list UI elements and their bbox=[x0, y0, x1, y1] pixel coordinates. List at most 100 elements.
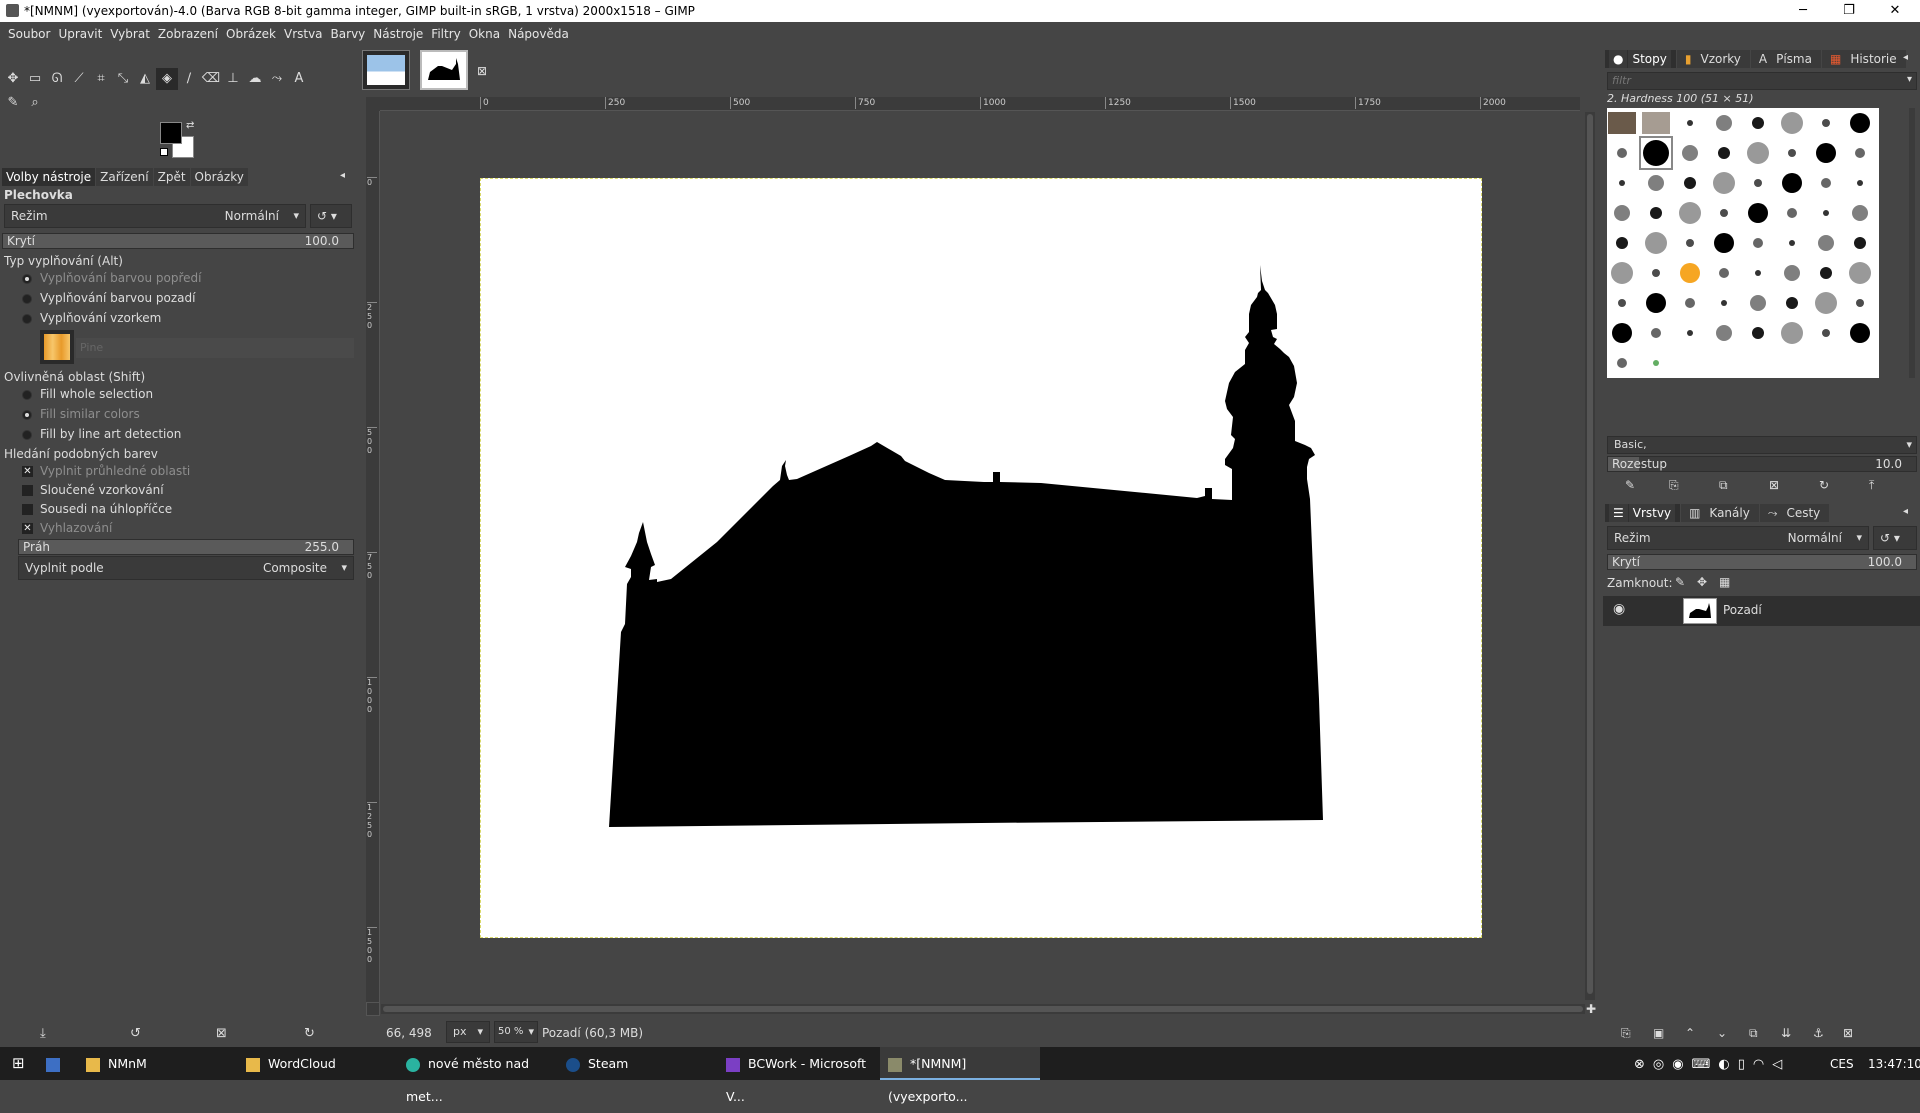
brush-preview[interactable] bbox=[1641, 108, 1671, 138]
brush-preview[interactable] bbox=[1607, 198, 1637, 228]
brush-preview[interactable] bbox=[1811, 258, 1841, 288]
vertical-ruler[interactable]: 0 250 500 750 1000 1250 1500 bbox=[366, 111, 380, 1002]
layer-mode-select[interactable]: Režim Normální ▾ bbox=[1607, 526, 1869, 550]
brush-preview[interactable] bbox=[1709, 258, 1739, 288]
brush-preview[interactable] bbox=[1709, 138, 1739, 168]
image-tab-1[interactable] bbox=[362, 50, 410, 90]
menu-edit[interactable]: Upravit bbox=[54, 22, 106, 46]
brush-preview[interactable] bbox=[1641, 258, 1671, 288]
opacity-slider[interactable]: Krytí 100.0 bbox=[2, 233, 354, 249]
taskbar-item-steam[interactable]: Steam bbox=[558, 1047, 718, 1080]
image-canvas[interactable] bbox=[480, 178, 1482, 938]
eye-icon[interactable]: ◉ bbox=[1613, 601, 1625, 617]
lock-pixels-icon[interactable]: ✎ bbox=[1675, 575, 1685, 589]
unified-transform-icon[interactable]: ⤡ bbox=[112, 68, 134, 90]
wifi-icon[interactable]: ◠ bbox=[1753, 1057, 1772, 1072]
brush-preview[interactable] bbox=[1811, 108, 1841, 138]
brush-preview[interactable] bbox=[1639, 136, 1673, 170]
delete-brush-icon[interactable]: ⊠ bbox=[1769, 478, 1779, 492]
radio-bg-fill[interactable] bbox=[22, 294, 32, 304]
tab-images[interactable]: Obrázky bbox=[190, 168, 248, 186]
tab-brushes[interactable]: ● Stopy bbox=[1605, 50, 1676, 68]
move-tool-icon[interactable]: ✥ bbox=[2, 68, 24, 90]
nvidia-icon[interactable]: ◉ bbox=[1672, 1057, 1691, 1072]
brush-preview[interactable] bbox=[1675, 138, 1705, 168]
tab-tool-options[interactable]: Volby nástroje bbox=[2, 168, 96, 186]
layer-opacity-slider[interactable]: Krytí 100.0 bbox=[1607, 554, 1917, 570]
checkbox-transparent[interactable]: ✕ bbox=[22, 466, 33, 477]
menu-help[interactable]: Nápověda bbox=[504, 22, 573, 46]
color-picker-icon[interactable]: ✎ bbox=[2, 92, 24, 114]
close-tab-icon[interactable]: ⊠ bbox=[477, 64, 487, 78]
image-tab-2[interactable] bbox=[420, 50, 468, 90]
language-indicator[interactable]: CES bbox=[1830, 1057, 1854, 1071]
crop-icon[interactable]: ⌗ bbox=[90, 68, 112, 90]
brush-preview[interactable] bbox=[1811, 318, 1841, 348]
fill-by-select[interactable]: Vyplnit podle Composite ▾ bbox=[18, 556, 354, 580]
clone-icon[interactable]: ⊥ bbox=[222, 68, 244, 90]
radio-pattern-fill[interactable] bbox=[22, 314, 32, 324]
rect-select-icon[interactable]: ▭ bbox=[24, 68, 46, 90]
default-colors-icon[interactable] bbox=[160, 148, 168, 156]
start-button[interactable]: ⊞ bbox=[8, 1047, 25, 1080]
fuzzy-select-icon[interactable]: ⟋ bbox=[68, 68, 90, 90]
brush-preview[interactable] bbox=[1777, 108, 1807, 138]
brush-preview[interactable] bbox=[1845, 318, 1875, 348]
brush-preview[interactable] bbox=[1607, 168, 1637, 198]
warp-icon[interactable]: ◭ bbox=[134, 68, 156, 90]
delete-preset-icon[interactable]: ⊠ bbox=[216, 1026, 227, 1041]
panel-menu-icon[interactable]: ◂ bbox=[1903, 506, 1908, 517]
tab-devices[interactable]: Zařízení bbox=[96, 168, 153, 186]
brush-preset-select[interactable]: Basic, ▾ bbox=[1607, 436, 1917, 454]
anchor-layer-icon[interactable]: ⚓ bbox=[1813, 1026, 1824, 1040]
brush-preview[interactable] bbox=[1845, 288, 1875, 318]
menu-file[interactable]: Soubor bbox=[4, 22, 54, 46]
tab-layers[interactable]: ☰ Vrstvy bbox=[1605, 504, 1681, 522]
menu-layer[interactable]: Vrstva bbox=[280, 22, 327, 46]
smudge-icon[interactable]: ☁ bbox=[244, 68, 266, 90]
quick-mask-toggle[interactable] bbox=[366, 1002, 380, 1016]
brush-preview[interactable] bbox=[1743, 258, 1773, 288]
menu-colors[interactable]: Barvy bbox=[327, 22, 370, 46]
restore-preset-icon[interactable]: ↺ bbox=[130, 1026, 141, 1041]
path-icon[interactable]: ⤳ bbox=[266, 68, 288, 90]
brush-preview[interactable] bbox=[1743, 288, 1773, 318]
brush-preview[interactable] bbox=[1845, 168, 1875, 198]
refresh-brushes-icon[interactable]: ↻ bbox=[1819, 478, 1829, 492]
duplicate-layer-icon[interactable]: ⧉ bbox=[1749, 1026, 1758, 1041]
ruler-corner[interactable] bbox=[366, 97, 380, 111]
taskbar-item-vs[interactable]: BCWork - Microsoft V... bbox=[718, 1047, 878, 1104]
brush-preview[interactable] bbox=[1743, 138, 1773, 168]
brush-preview[interactable] bbox=[1709, 168, 1739, 198]
taskbar-item-edge[interactable]: nové město nad met... bbox=[398, 1047, 558, 1104]
brush-preview[interactable] bbox=[1845, 228, 1875, 258]
layer-row[interactable]: ◉ Pozadí bbox=[1603, 596, 1920, 626]
brush-preview[interactable] bbox=[1709, 198, 1739, 228]
brush-preview[interactable] bbox=[1709, 228, 1739, 258]
duplicate-brush-icon[interactable]: ⧉ bbox=[1719, 478, 1728, 493]
edit-brush-icon[interactable]: ✎ bbox=[1625, 478, 1635, 492]
brush-preview[interactable] bbox=[1811, 168, 1841, 198]
scroll-thumb[interactable] bbox=[383, 1006, 1583, 1012]
swap-colors-icon[interactable]: ⇄ bbox=[186, 120, 194, 131]
brush-preview[interactable] bbox=[1743, 108, 1773, 138]
brush-preview[interactable] bbox=[1641, 288, 1671, 318]
eraser-icon[interactable]: ⌫ bbox=[200, 68, 222, 90]
new-group-icon[interactable]: ▣ bbox=[1653, 1026, 1664, 1040]
vertical-scrollbar[interactable] bbox=[1585, 112, 1595, 1000]
brush-preview[interactable] bbox=[1777, 228, 1807, 258]
lock-alpha-icon[interactable]: ▦ bbox=[1719, 575, 1730, 589]
brush-preview[interactable] bbox=[1675, 168, 1705, 198]
tab-undo[interactable]: Zpět bbox=[153, 168, 190, 186]
brush-preview[interactable] bbox=[1811, 198, 1841, 228]
brush-preview[interactable] bbox=[1675, 228, 1705, 258]
tab-history[interactable]: ▦ Historie bbox=[1821, 50, 1906, 68]
checkbox-merged[interactable] bbox=[22, 485, 33, 496]
close-button[interactable]: ✕ bbox=[1872, 0, 1918, 22]
radio-line-art[interactable] bbox=[22, 430, 32, 440]
tab-paths[interactable]: ⤳ Cesty bbox=[1759, 504, 1830, 522]
layer-mode-reset[interactable]: ↺ ▾ bbox=[1873, 526, 1917, 550]
tab-channels[interactable]: ▥ Kanály bbox=[1681, 504, 1759, 522]
lock-position-icon[interactable]: ✥ bbox=[1697, 575, 1707, 589]
brush-preview[interactable] bbox=[1777, 258, 1807, 288]
